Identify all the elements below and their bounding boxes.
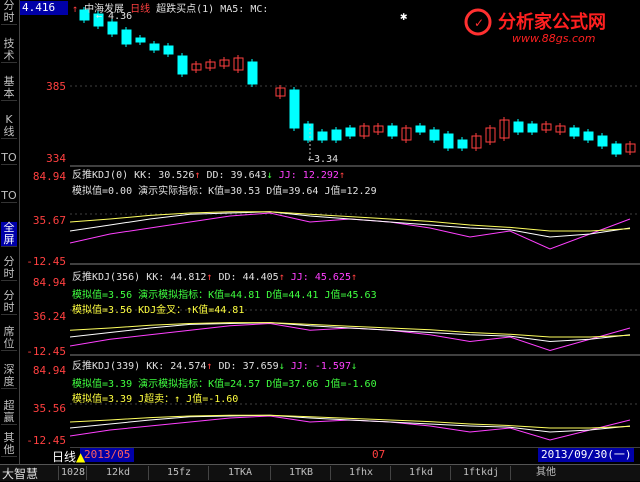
kdj-lines — [70, 211, 631, 441]
star-marker: ✱ — [400, 9, 407, 23]
up-arrow-icon: ↑ — [72, 4, 79, 15]
bottom-tab-1fhx[interactable]: 1fhx — [330, 466, 391, 480]
panel2-axis-mid: 36.24 — [32, 310, 66, 323]
bottom-tab-1TKB[interactable]: 1TKB — [270, 466, 331, 480]
side-tab-8[interactable]: 分时 — [1, 290, 17, 315]
side-tab-6[interactable]: 全屏 — [1, 222, 17, 247]
logo-text: 分析家公式网 — [498, 12, 606, 33]
panel1-d-line — [70, 211, 631, 232]
panel3-axis-low: -12.45 — [26, 434, 66, 447]
date-start: 2013/05 — [80, 448, 135, 462]
candle-body-31 — [527, 123, 538, 133]
candle-body-35 — [583, 131, 594, 141]
mc-label: MC: — [250, 4, 269, 15]
panel3-header: 反推KDJ(339) KK: 24.574↑ DD: 37.659↓ JJ: -… — [72, 361, 358, 372]
candle-body-37 — [611, 143, 622, 155]
candle-body-36 — [597, 135, 608, 147]
candle-body-23 — [415, 125, 426, 133]
candle-body-2 — [107, 21, 118, 35]
panel2-line1: 模拟值=3.56 演示模拟指标：K值=44.81 D值=44.41 J值=45.… — [72, 290, 377, 301]
date-mid: 07 — [372, 448, 386, 461]
brand-label: 大智慧 — [2, 467, 39, 481]
bottom-tab-1ftkdj[interactable]: 1ftkdj — [450, 466, 511, 480]
period-indicator: 日线▲ — [52, 450, 86, 464]
candle-body-34 — [569, 127, 580, 137]
bottom-tab-其他[interactable]: 其他 — [510, 466, 581, 480]
left-tab-strip: 分时 技术 基本 K线 TO TO 全屏 分时 分时 席位 深度 超赢 其他 — [0, 0, 20, 464]
date-end: 2013/09/30(一) — [538, 448, 635, 462]
candle-body-24 — [429, 129, 440, 141]
candle-body-21 — [387, 125, 398, 137]
panel2-axis-low: -12.45 — [26, 345, 66, 358]
panel2-header: 反推KDJ(356) KK: 44.812↑ DD: 44.405↑ JJ: 4… — [72, 272, 358, 283]
side-tab-0[interactable]: 分时 — [1, 0, 17, 25]
time-axis: 2013/05 07 2013/09/30(一) — [70, 448, 640, 463]
bottom-tab-15fz[interactable]: 15fz — [148, 466, 209, 480]
candle-body-30 — [513, 121, 524, 133]
panel1-axis-mid: 35.67 — [32, 214, 66, 227]
panel2-axis-high: 84.94 — [32, 276, 66, 289]
side-tab-5[interactable]: TO — [1, 190, 17, 203]
ma-label: MA5: — [220, 4, 245, 15]
side-tab-9[interactable]: 席位 — [1, 326, 17, 351]
candle-body-25 — [443, 133, 454, 149]
bottom-toolbar: 大智慧 1028 12kd 15fz 1TKA 1TKB 1fhx 1fkd 1ftkdj 其他 — [0, 464, 640, 481]
logo-url: www.88gs.com — [512, 32, 596, 45]
price-axis-mid: 385 — [46, 80, 66, 93]
price-low-marker: ←3.34 — [308, 154, 339, 165]
panel1-header: 反推KDJ(0) KK: 30.526↑ DD: 39.643↓ JJ: 12.… — [72, 170, 345, 181]
candle-body-18 — [345, 127, 356, 137]
side-tab-4[interactable]: TO — [1, 152, 17, 165]
period-label: 日线 — [130, 4, 151, 15]
candle-body-6 — [163, 45, 174, 55]
panel2-d-line — [70, 322, 631, 338]
price-axis-low: 334 — [46, 152, 66, 165]
price-high-marker: ← 4.36 — [96, 11, 133, 22]
candle-body-26 — [457, 139, 468, 149]
site-logo: ✓ 分析家公式网 www.88gs.com — [460, 4, 640, 45]
candle-body-5 — [149, 43, 160, 51]
candle-body-15 — [303, 123, 314, 141]
panel1-axis-high: 84.94 — [32, 170, 66, 183]
bottom-tab-1028[interactable]: 1028 — [58, 466, 87, 480]
candle-body-14 — [289, 89, 300, 129]
side-tab-11[interactable]: 超赢 — [1, 400, 17, 425]
panel2-line2: 模拟值=3.56 KDJ金叉：↑K值=44.81 — [72, 305, 245, 316]
panel3-line1: 模拟值=3.39 演示模拟指标：K值=24.57 D值=37.66 J值=-1.… — [72, 379, 377, 390]
indicator-name: 超跌买点(1) — [156, 4, 215, 15]
bottom-tab-1fkd[interactable]: 1fkd — [390, 466, 451, 480]
candle-body-7 — [177, 55, 188, 75]
panel1-line1: 模拟值=0.00 演示实际指标：K值=30.53 D值=39.64 J值=12.… — [72, 186, 377, 197]
panel1-axis-low: -12.45 — [26, 255, 66, 268]
svg-text:✓: ✓ — [474, 16, 484, 30]
bottom-tab-1TKA[interactable]: 1TKA — [208, 466, 271, 480]
side-tab-1[interactable]: 技术 — [1, 38, 17, 63]
triangle-up-icon: ▲ — [76, 450, 86, 464]
candle-body-17 — [331, 129, 342, 141]
side-tab-10[interactable]: 深度 — [1, 364, 17, 389]
candle-body-12 — [247, 61, 258, 85]
bottom-tab-12kd[interactable]: 12kd — [86, 466, 149, 480]
candle-body-4 — [135, 37, 146, 43]
side-tab-7[interactable]: 分时 — [1, 256, 17, 281]
panel3-axis-high: 84.94 — [32, 364, 66, 377]
candle-body-3 — [121, 29, 132, 45]
candle-body-16 — [317, 131, 328, 141]
panel3-line2: 模拟值=3.39 J超卖：↑ J值=-1.60 — [72, 394, 239, 405]
panel3-axis-mid: 35.56 — [32, 402, 66, 415]
side-tab-2[interactable]: 基本 — [1, 76, 17, 101]
price-axis: 385 334 84.94 35.67 -12.45 84.94 36.24 -… — [20, 0, 70, 464]
side-tab-12[interactable]: 其他 — [1, 432, 17, 457]
side-tab-3[interactable]: K线 — [1, 114, 17, 139]
